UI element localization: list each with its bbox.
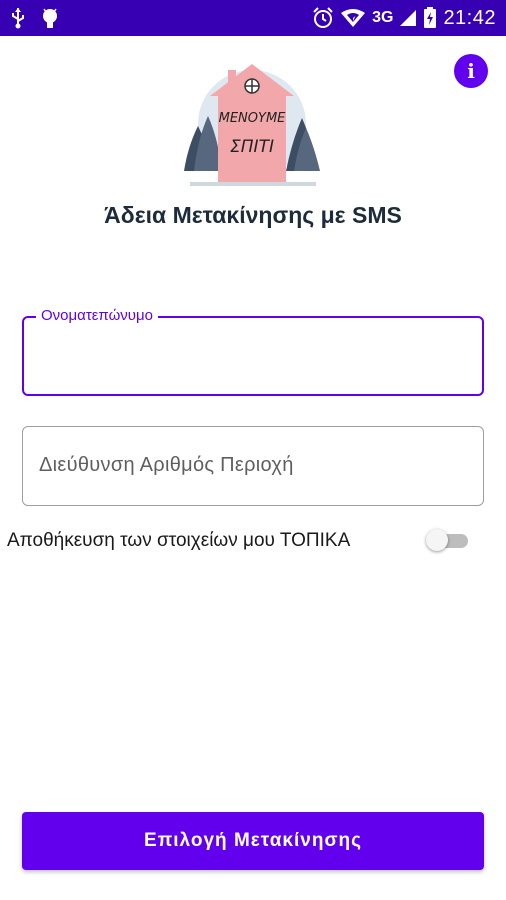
switch-thumb	[426, 529, 448, 551]
logo-text-line2: ΣΠΙΤΙ	[230, 137, 274, 157]
app-logo: ΜΕΝΟΥΜΕ ΣΠΙΤΙ	[184, 64, 320, 186]
network-type-label: 3G	[372, 9, 394, 26]
save-locally-switch[interactable]	[426, 529, 470, 551]
android-debug-icon	[43, 8, 57, 28]
name-field-label: Ονοματεπώνυμο	[36, 307, 158, 324]
status-bar-right-icons: 3G 21:42	[312, 5, 496, 31]
status-bar-left-icons	[10, 7, 60, 29]
logo-text-line1: ΜΕΝΟΥΜΕ	[219, 111, 287, 126]
page-title: Άδεια Μετακίνησης με SMS	[104, 202, 402, 228]
name-field[interactable]: Ονοματεπώνυμο	[22, 307, 484, 396]
address-field[interactable]: Διεύθυνση Αριθμός Περιοχή	[22, 426, 484, 506]
signal-icon	[400, 10, 417, 26]
alarm-icon	[313, 7, 333, 28]
clock: 21:42	[443, 6, 496, 29]
select-movement-button[interactable]: Επιλογή Μετακίνησης	[22, 812, 484, 870]
info-button[interactable]: i	[454, 54, 488, 88]
save-locally-label: Αποθήκευση των στοιχείων μου ΤΟΠΙΚΑ	[7, 530, 351, 551]
wifi-icon	[341, 9, 366, 27]
info-icon: i	[467, 59, 475, 83]
battery-charging-icon	[424, 7, 437, 28]
usb-icon	[12, 8, 24, 29]
status-bar: 3G 21:42	[0, 0, 506, 36]
address-field-placeholder: Διεύθυνση Αριθμός Περιοχή	[39, 454, 294, 476]
